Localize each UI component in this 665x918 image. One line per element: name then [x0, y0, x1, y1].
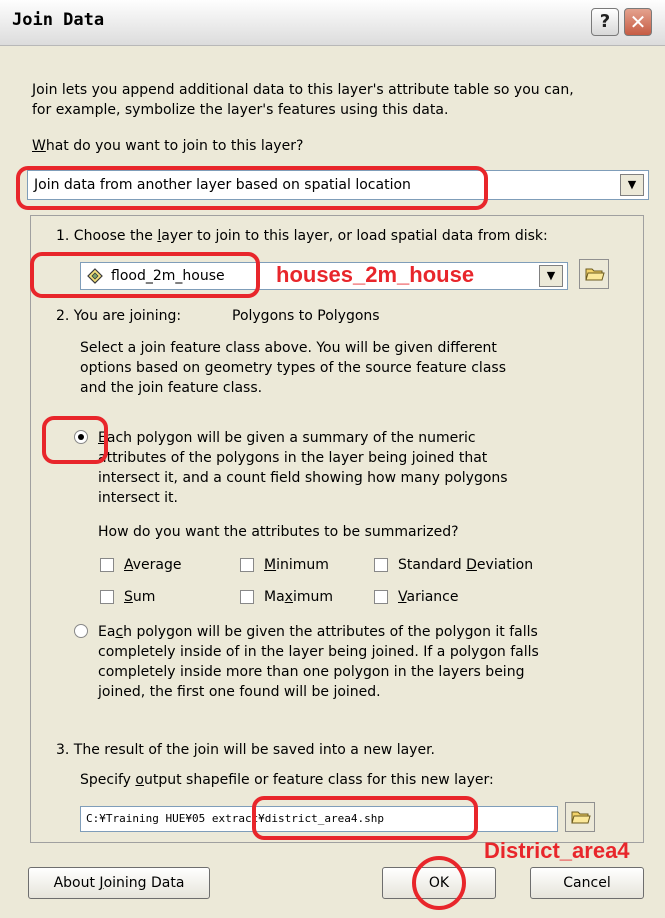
- help-button[interactable]: ?: [591, 8, 619, 36]
- variance-checkbox[interactable]: [374, 590, 388, 604]
- sum-label: Sum: [124, 589, 156, 605]
- open-folder-icon: [585, 266, 605, 286]
- about-joining-data-button[interactable]: About Joining Data: [28, 867, 210, 899]
- intro-line-2: for example, symbolize the layer's featu…: [32, 102, 449, 118]
- sum-checkbox[interactable]: [100, 590, 114, 604]
- join-type-dropdown-arrow-icon[interactable]: ▼: [620, 174, 644, 196]
- step3-label: 3. The result of the join will be saved …: [56, 742, 435, 758]
- output-path-input[interactable]: C:¥Training HUE¥05 extract¥district_area…: [80, 806, 558, 832]
- summarize-question: How do you want the attributes to be sum…: [98, 524, 459, 540]
- join-question-text: hat do you want to join to this layer?: [45, 138, 304, 154]
- annotation-output-name: District_area4: [484, 838, 630, 863]
- output-path-value: C:¥Training HUE¥05 extract¥district_area…: [86, 812, 385, 825]
- inside-option-line-3: completely inside more than one polygon …: [98, 664, 525, 680]
- geometry-types-value: Polygons to Polygons: [232, 308, 380, 324]
- polygon-layer-icon: [87, 268, 103, 284]
- join-type-dropdown[interactable]: Join data from another layer based on sp…: [27, 170, 649, 200]
- summary-option-text: ach polygon will be given a summary of t…: [106, 430, 476, 446]
- minimum-label: Minimum: [264, 557, 329, 573]
- inside-option-line-2: completely inside of in the layer being …: [98, 644, 539, 660]
- join-question: What do you want to join to this layer?: [32, 136, 303, 156]
- summary-option-line-2: attributes of the polygons in the layer …: [98, 450, 488, 466]
- summary-option-accel: E: [98, 430, 107, 446]
- summary-option-line-1[interactable]: Each polygon will be given a summary of …: [98, 428, 476, 448]
- average-label: Average: [124, 557, 182, 573]
- step1-text-pre: 1. Choose the: [56, 228, 158, 244]
- open-folder-icon: [571, 809, 591, 829]
- maximum-checkbox[interactable]: [240, 590, 254, 604]
- summary-option-radio[interactable]: [74, 430, 88, 444]
- step2-desc-2: options based on geometry types of the s…: [80, 360, 506, 376]
- title-bar: Join Data ? ✕: [0, 0, 665, 46]
- step1-text-post: ayer to join to this layer, or load spat…: [161, 228, 548, 244]
- open-folder-button[interactable]: [579, 259, 609, 289]
- variance-label: Variance: [398, 589, 459, 605]
- close-button[interactable]: ✕: [624, 8, 652, 36]
- join-type-value: Join data from another layer based on sp…: [34, 177, 411, 193]
- annotation-layer-name: houses_2m_house: [276, 262, 475, 287]
- layer-dropdown-value: flood_2m_house: [111, 268, 225, 284]
- std-deviation-label: Standard Deviation: [398, 557, 534, 573]
- maximum-label: Maximum: [264, 589, 334, 605]
- step2-desc-1: Select a join feature class above. You w…: [80, 340, 497, 356]
- inside-option-line-1[interactable]: Each polygon will be given the attribute…: [98, 622, 538, 642]
- average-checkbox[interactable]: [100, 558, 114, 572]
- inside-option-line-4: joined, the first one found will be join…: [98, 684, 381, 700]
- step2-desc-3: and the join feature class.: [80, 380, 263, 396]
- layer-dropdown-arrow-icon[interactable]: ▼: [539, 265, 563, 287]
- join-question-accel: W: [32, 138, 46, 154]
- inside-option-radio[interactable]: [74, 624, 88, 638]
- summary-option-line-4: intersect it.: [98, 490, 178, 506]
- window-title: Join Data: [12, 10, 105, 30]
- step2-label: 2. You are joining:: [56, 308, 182, 324]
- cancel-button[interactable]: Cancel: [530, 867, 644, 899]
- intro-line-1: Join lets you append additional data to …: [32, 82, 574, 98]
- std-deviation-checkbox[interactable]: [374, 558, 388, 572]
- ok-button[interactable]: OK: [382, 867, 496, 899]
- minimum-checkbox[interactable]: [240, 558, 254, 572]
- output-prompt: Specify output shapefile or feature clas…: [80, 772, 494, 788]
- browse-output-button[interactable]: [565, 802, 595, 832]
- step1-label: 1. Choose the layer to join to this laye…: [56, 226, 548, 246]
- summary-option-line-3: intersect it, and a count field showing …: [98, 470, 508, 486]
